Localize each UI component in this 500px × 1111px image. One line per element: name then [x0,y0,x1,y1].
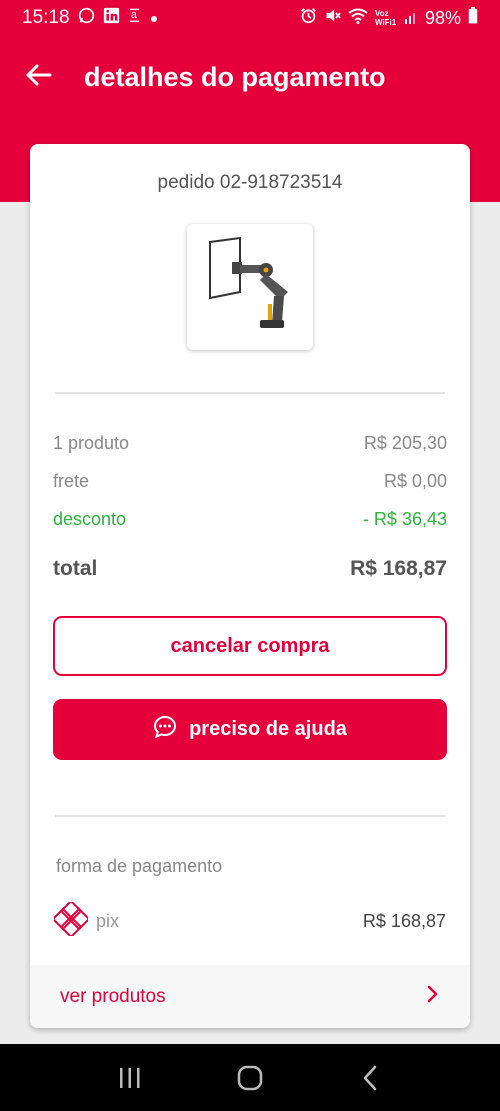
dot-icon [150,7,158,29]
total-label: total [53,557,98,580]
products-value: R$ 205,30 [363,433,447,453]
product-image[interactable] [187,224,313,350]
payment-details-card: pedido 02-918723514 1 produto R$ 205,30 … [30,144,470,1028]
discount-label: desconto [53,509,127,529]
shipping-label: frete [53,471,90,491]
linkedin-icon [103,7,120,30]
discount-row: desconto - R$ 36,43 [53,509,447,530]
nav-back-icon[interactable] [350,1058,390,1098]
chevron-right-icon [426,985,440,1008]
battery-percent: 98% [424,7,461,28]
back-arrow-icon[interactable] [24,60,54,90]
monitor-arm-illustration [209,236,288,328]
home-icon[interactable] [230,1058,270,1098]
pix-icon [51,899,91,941]
payment-method-row: pix R$ 168,87 [51,899,446,941]
mute-icon [324,7,341,29]
notification-icon: a [128,7,142,30]
total-value: R$ 168,87 [350,557,447,580]
need-help-label: preciso de ajuda [189,718,347,740]
signal-icon [404,8,418,29]
cancel-purchase-label: cancelar compra [170,634,330,657]
divider [55,815,445,817]
page-title: detalhes do pagamento [84,62,386,92]
whatsapp-icon [78,7,95,30]
network-label: Voz WiFi1 [374,9,397,27]
shipping-row: frete R$ 0,00 [53,471,447,492]
discount-value: - R$ 36,43 [362,509,447,529]
view-products-link[interactable]: ver produtos [30,965,470,1028]
need-help-button[interactable]: preciso de ajuda [53,699,447,760]
shipping-value: R$ 0,00 [383,471,447,491]
products-label: 1 produto [53,433,130,453]
divider [55,392,445,394]
recents-icon[interactable] [110,1058,150,1098]
battery-icon [468,7,478,29]
system-nav-bar [0,1044,500,1111]
cancel-purchase-button[interactable]: cancelar compra [53,616,447,676]
products-row: 1 produto R$ 205,30 [53,433,447,454]
svg-text:a: a [130,9,137,21]
payment-method-name: pix [96,911,120,931]
payment-method-label: forma de pagamento [56,856,223,876]
status-time: 15:18 [22,7,70,28]
order-number: pedido 02-918723514 [157,172,343,193]
total-row: total R$ 168,87 [53,557,447,581]
alarm-icon [300,7,317,29]
status-bar: 15:18 a Voz WiFi1 98% [0,0,500,36]
payment-amount: R$ 168,87 [362,911,446,931]
chat-icon [153,715,177,745]
wifi-icon [348,8,368,29]
view-products-label: ver produtos [60,985,166,1007]
